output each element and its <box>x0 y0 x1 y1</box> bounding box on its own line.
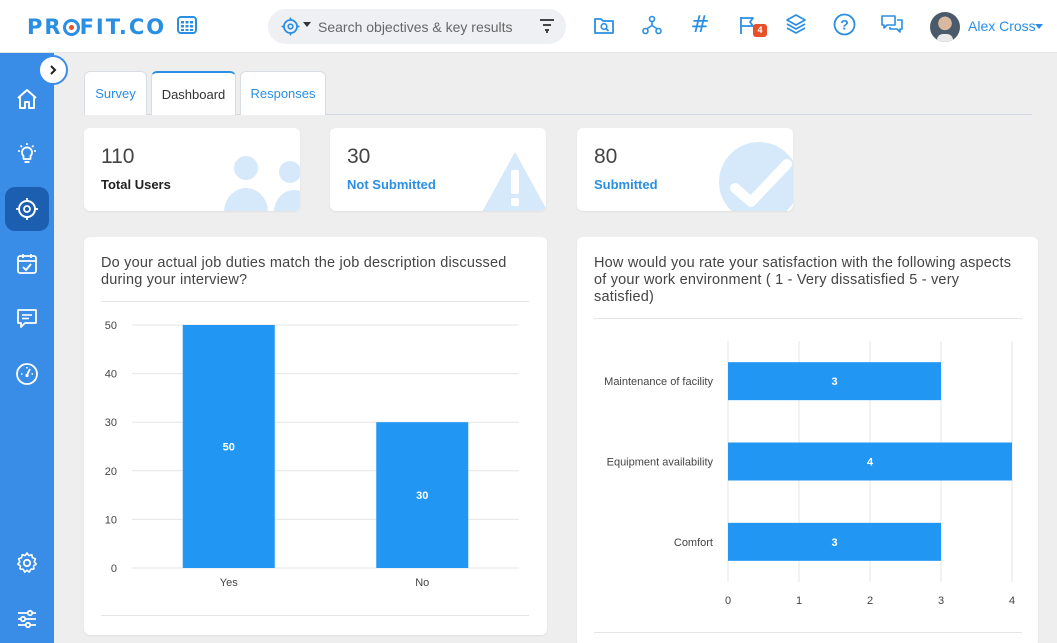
bar-value-label: 50 <box>223 442 235 454</box>
target-icon[interactable] <box>5 187 49 231</box>
filter-icon[interactable] <box>540 18 554 39</box>
hashtag-icon[interactable]: # <box>689 12 711 38</box>
sliders-icon[interactable] <box>5 597 49 641</box>
y-tick-label: Maintenance of facility <box>604 376 713 388</box>
folder-search-icon[interactable] <box>593 14 615 36</box>
chat-icon[interactable] <box>880 14 904 36</box>
chart-card-job-duties: Do your actual job duties match the job … <box>84 237 547 635</box>
card-footer-divider <box>594 632 1022 633</box>
users-icon <box>224 156 300 211</box>
y-tick-label: 30 <box>105 417 117 429</box>
total-users-count: 110 <box>101 145 135 168</box>
y-tick-label: 40 <box>105 369 117 381</box>
stat-card-not-submitted: 30 Not Submitted <box>330 128 546 211</box>
y-tick-label: 0 <box>111 563 117 575</box>
search-input[interactable] <box>318 17 528 37</box>
svg-text:?: ? <box>840 17 849 33</box>
submitted-count: 80 <box>594 145 618 168</box>
chevron-down-icon[interactable] <box>303 22 311 27</box>
user-name[interactable]: Alex Cross <box>968 18 1036 34</box>
not-submitted-count: 30 <box>347 145 371 168</box>
x-tick-label: No <box>415 577 429 589</box>
x-tick-label: Yes <box>220 577 238 589</box>
calendar-check-icon[interactable] <box>5 242 49 286</box>
notification-badge: 4 <box>753 24 767 37</box>
stat-card-submitted: 80 Submitted <box>577 128 793 211</box>
job-duties-bar-chart: 0 10 20 30 40 50 50 Yes 30 No <box>105 320 519 589</box>
x-tick-label: 1 <box>796 595 802 607</box>
warning-icon <box>482 152 546 211</box>
total-users-label: Total Users <box>101 177 171 192</box>
avatar[interactable] <box>930 12 960 42</box>
card-footer-divider <box>101 615 529 616</box>
y-tick-label: Comfort <box>674 537 713 549</box>
message-icon[interactable] <box>5 297 49 341</box>
sidebar <box>0 53 54 643</box>
y-tick-label: 10 <box>105 514 117 526</box>
search-bar <box>268 9 566 44</box>
target-dropdown-icon[interactable] <box>281 17 300 41</box>
check-circle-icon <box>719 142 793 211</box>
user-menu-chevron-icon[interactable] <box>1035 24 1043 29</box>
tab-dashboard[interactable]: Dashboard <box>151 71 236 115</box>
settings-gear-icon[interactable] <box>5 541 49 585</box>
tab-survey[interactable]: Survey <box>84 71 147 115</box>
x-tick-label: 3 <box>938 595 944 607</box>
satisfaction-bar-chart: 0 1 2 3 4 3 Maintenance of facility 4 Equipment … <box>604 341 1015 607</box>
y-tick-label: 50 <box>105 320 117 332</box>
x-tick-label: 0 <box>725 595 731 607</box>
chevron-right-icon <box>50 65 57 75</box>
hierarchy-icon[interactable] <box>641 14 663 36</box>
chart-card-satisfaction: How would you rate your satisfaction wit… <box>577 237 1038 643</box>
x-tick-label: 4 <box>1009 595 1015 607</box>
bar-value-label: 3 <box>831 537 837 549</box>
y-tick-label: 20 <box>105 466 117 478</box>
home-icon[interactable] <box>5 77 49 121</box>
survey-tabs: Survey Dashboard Responses <box>84 71 1032 115</box>
submitted-label: Submitted <box>594 177 658 192</box>
logo-target-mark <box>62 19 80 36</box>
help-icon[interactable]: ? <box>833 13 856 36</box>
gauge-icon[interactable] <box>5 352 49 396</box>
lightbulb-icon[interactable] <box>5 132 49 176</box>
not-submitted-label: Not Submitted <box>347 177 436 192</box>
calendar-grid-icon[interactable] <box>176 14 198 36</box>
bar-value-label: 30 <box>416 490 428 502</box>
sidebar-expand-button[interactable] <box>38 55 68 85</box>
stat-card-total-users: 110 Total Users <box>84 128 300 211</box>
top-bar: PRFIT.CO # 4 ? Alex Cross <box>0 0 1057 53</box>
x-tick-label: 2 <box>867 595 873 607</box>
layers-icon[interactable] <box>785 13 807 35</box>
tab-responses[interactable]: Responses <box>240 71 326 115</box>
bar-value-label: 3 <box>831 376 837 388</box>
y-tick-label: Equipment availability <box>607 457 714 469</box>
profitco-logo[interactable]: PR FIT.CO <box>27 15 166 39</box>
bar-value-label: 4 <box>867 457 874 469</box>
